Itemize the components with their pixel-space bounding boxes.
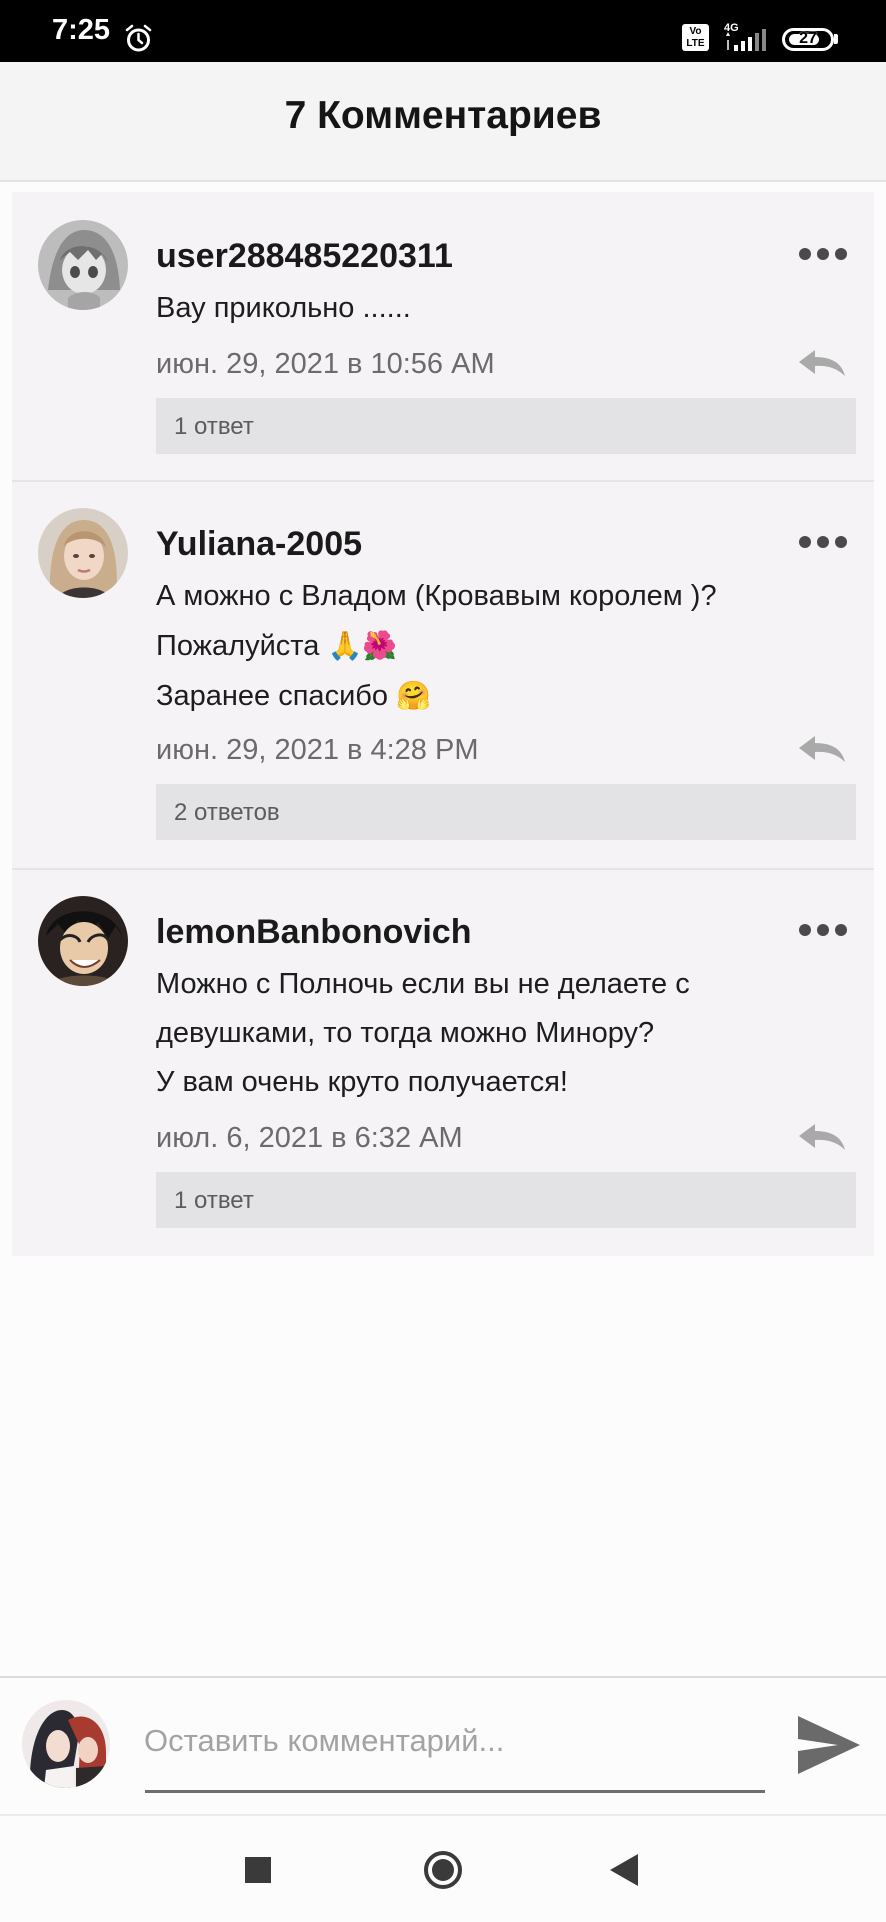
avatar[interactable]	[38, 896, 128, 986]
avatar[interactable]	[38, 508, 128, 598]
comment-line: Вау прикольно ......	[156, 292, 411, 324]
status-bar: 7:25 Vo LTE 4G 27	[0, 0, 886, 62]
alarm-icon	[125, 24, 152, 52]
more-options-icon[interactable]	[797, 922, 849, 938]
home-icon[interactable]	[423, 1850, 463, 1890]
comment-text: Можно с Полночь если вы не делаете с дев…	[156, 960, 856, 1107]
username[interactable]: user288485220311	[156, 236, 453, 276]
comment-line: А можно с Владом (Кровавым королем )?	[156, 580, 717, 612]
recent-apps-icon[interactable]	[245, 1857, 271, 1883]
comment-line-text: Пожалуйста	[156, 630, 320, 662]
comment-text: Вау прикольно ......	[156, 284, 856, 333]
header: 7 Комментариев	[0, 62, 886, 182]
system-nav-bar	[0, 1814, 886, 1922]
replies-button[interactable]: 1 ответ	[156, 1172, 856, 1228]
battery-level: 27	[799, 30, 817, 47]
reply-icon[interactable]	[797, 348, 847, 378]
comment-timestamp: июн. 29, 2021 в 10:56 AM	[156, 348, 495, 380]
replies-button[interactable]: 1 ответ	[156, 398, 856, 454]
send-icon[interactable]	[796, 1714, 862, 1776]
emoji: 🤗	[396, 679, 431, 712]
comment-line: У вам очень круто получается!	[156, 1066, 568, 1098]
volte-icon: Vo LTE	[682, 24, 709, 51]
comment-item: user288485220311 Вау прикольно ...... ию…	[12, 192, 874, 480]
more-options-icon[interactable]	[797, 534, 849, 550]
comment-input[interactable]	[144, 1718, 764, 1764]
comment-composer	[0, 1676, 886, 1814]
signal-icon	[726, 29, 766, 51]
username[interactable]: Yuliana-2005	[156, 524, 362, 564]
back-icon[interactable]	[610, 1854, 638, 1886]
comment-item: lemonBanbonovich Можно с Полночь если вы…	[12, 870, 874, 1256]
replies-button[interactable]: 2 ответов	[156, 784, 856, 840]
input-underline	[145, 1790, 765, 1793]
comment-timestamp: июн. 29, 2021 в 4:28 PM	[156, 734, 479, 766]
emoji: 🙏🌺	[327, 629, 398, 662]
replies-count: 1 ответ	[174, 1187, 254, 1214]
comment-line: Пожалуйста 🙏🌺	[156, 621, 856, 671]
status-time: 7:25	[52, 14, 111, 46]
comment-line-text: Заранее спасибо	[156, 680, 388, 712]
battery-icon: 27	[782, 28, 834, 51]
comment-line: Заранее спасибо 🤗	[156, 671, 856, 721]
comment-line: девушками, то тогда можно Минору?	[156, 1017, 655, 1049]
comments-list: user288485220311 Вау прикольно ...... ию…	[12, 192, 874, 1256]
replies-count: 2 ответов	[174, 799, 280, 826]
page-title: 7 Комментариев	[284, 94, 602, 137]
reply-icon[interactable]	[797, 734, 847, 764]
battery-tip	[834, 34, 838, 44]
comment-text: А можно с Владом (Кровавым королем )? По…	[156, 572, 856, 721]
current-user-avatar[interactable]	[22, 1700, 110, 1788]
reply-icon[interactable]	[797, 1122, 847, 1152]
comment-item: Yuliana-2005 А можно с Владом (Кровавым …	[12, 482, 874, 868]
username[interactable]: lemonBanbonovich	[156, 912, 471, 952]
replies-count: 1 ответ	[174, 413, 254, 440]
avatar[interactable]	[38, 220, 128, 310]
more-options-icon[interactable]	[797, 246, 849, 262]
comment-timestamp: июл. 6, 2021 в 6:32 AM	[156, 1122, 463, 1154]
comment-line: Можно с Полночь если вы не делаете с	[156, 968, 690, 1000]
